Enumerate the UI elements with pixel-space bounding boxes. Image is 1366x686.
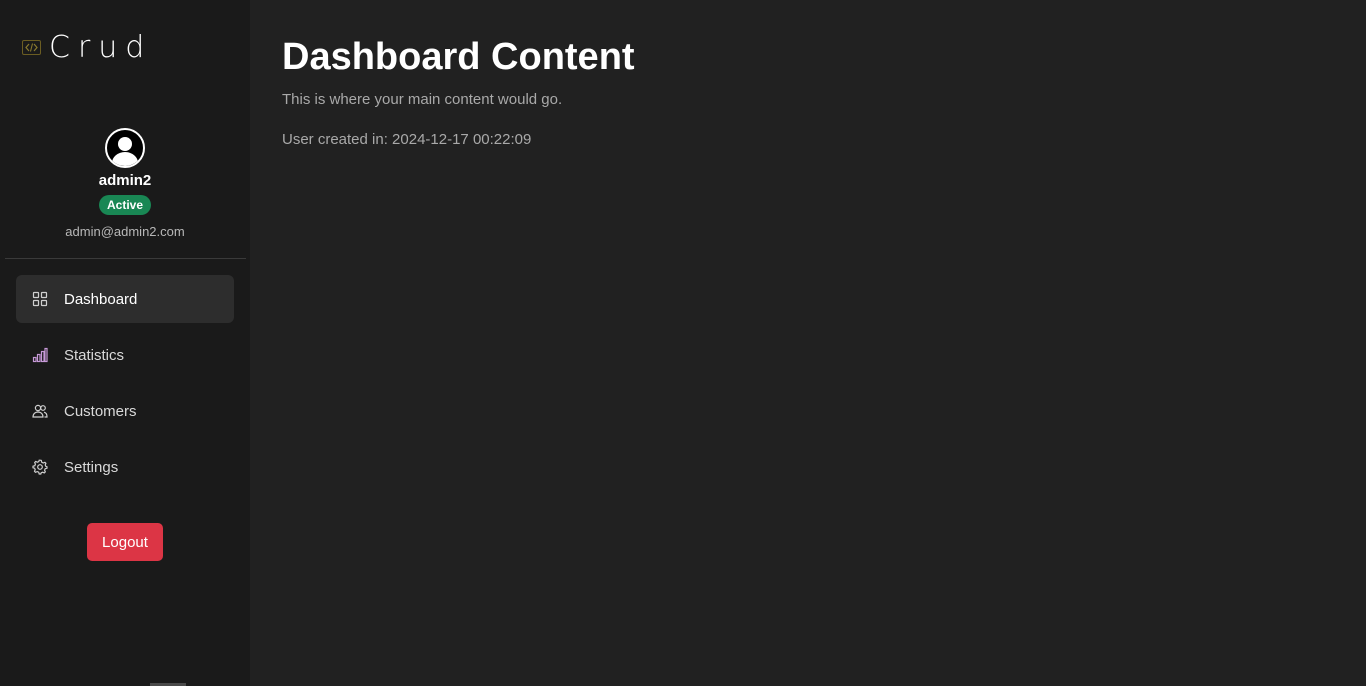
user-avatar-icon [105, 128, 145, 168]
sidebar-item-statistics[interactable]: Statistics [16, 331, 234, 379]
brand-name: Crud [49, 30, 153, 65]
user-created-text: User created in: 2024-12-17 00:22:09 [282, 131, 532, 148]
page-subtitle: This is where your main content would go… [282, 91, 563, 108]
app-root: Crud admin2 Active admin@admin2.com Dash… [0, 0, 1366, 686]
sidebar-item-label: Dashboard [64, 290, 138, 308]
main-content: Dashboard Content This is where your mai… [250, 0, 1366, 686]
users-icon [32, 403, 48, 419]
sidebar-item-dashboard[interactable]: Dashboard [16, 275, 234, 323]
user-email: admin@admin2.com [65, 224, 185, 239]
user-profile: admin2 Active admin@admin2.com [0, 128, 250, 239]
sidebar-divider [5, 258, 246, 259]
code-icon [22, 40, 41, 55]
sidebar-nav: Dashboard Statistics Customers Settings [16, 275, 234, 499]
brand-logo[interactable]: Crud [22, 30, 152, 65]
page-title: Dashboard Content [282, 36, 635, 78]
status-badge: Active [98, 195, 152, 215]
sidebar: Crud admin2 Active admin@admin2.com Dash… [0, 0, 250, 686]
gear-icon [32, 459, 48, 475]
sidebar-item-settings[interactable]: Settings [16, 443, 234, 491]
sidebar-item-label: Statistics [64, 346, 125, 364]
sidebar-item-customers[interactable]: Customers [16, 387, 234, 435]
bar-chart-icon [32, 347, 48, 363]
logout-button[interactable]: Logout [87, 523, 163, 561]
username: admin2 [98, 172, 152, 189]
sidebar-item-label: Customers [64, 402, 137, 420]
sidebar-item-label: Settings [64, 458, 119, 476]
grid-icon [32, 291, 48, 307]
